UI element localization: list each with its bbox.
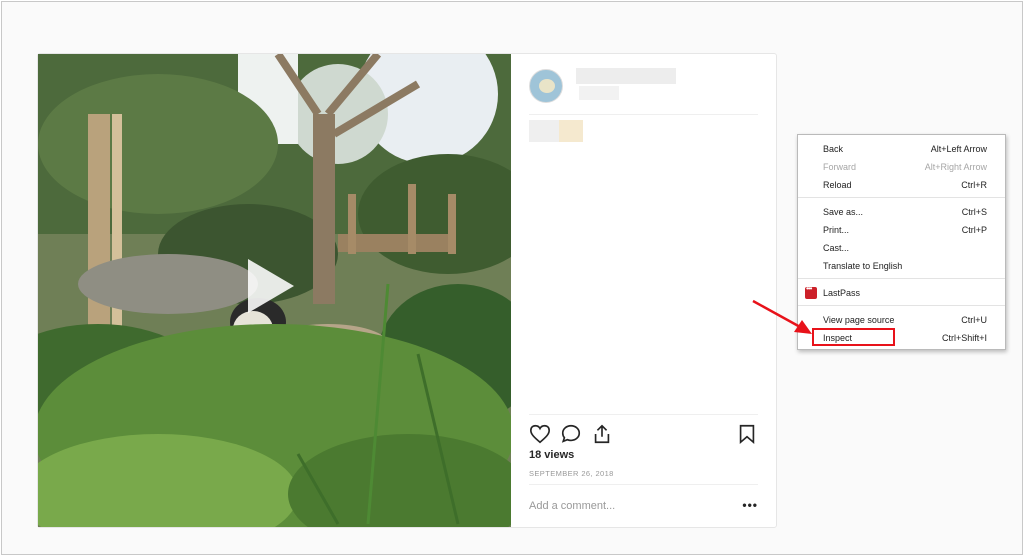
- more-options-icon[interactable]: •••: [742, 498, 758, 512]
- menu-shortcut: Ctrl+R: [961, 180, 987, 190]
- menu-item-print[interactable]: Print... Ctrl+P: [798, 221, 1005, 239]
- menu-label: View page source: [823, 315, 895, 325]
- comment-input[interactable]: Add a comment...: [529, 500, 615, 512]
- menu-label: Reload: [823, 180, 852, 190]
- menu-label: Translate to English: [823, 261, 903, 271]
- view-count[interactable]: 18 views: [529, 449, 574, 461]
- post-header: [529, 54, 758, 115]
- menu-item-translate[interactable]: Translate to English: [798, 257, 1005, 275]
- menu-shortcut: Alt+Right Arrow: [924, 162, 987, 172]
- caption-blurred: [529, 120, 583, 142]
- menu-shortcut: Ctrl+S: [961, 207, 987, 217]
- menu-shortcut: Ctrl+U: [961, 315, 987, 325]
- menu-label: Back: [823, 144, 844, 154]
- menu-item-reload[interactable]: Reload Ctrl+R: [798, 176, 1005, 194]
- username-blurred[interactable]: [576, 68, 676, 84]
- menu-item-save-as[interactable]: Save as... Ctrl+S: [798, 203, 1005, 221]
- menu-item-back[interactable]: Back Alt+Left Arrow: [798, 140, 1005, 158]
- heart-icon[interactable]: [529, 423, 551, 445]
- menu-shortcut: Ctrl+P: [961, 225, 987, 235]
- post-date[interactable]: SEPTEMBER 26, 2018: [529, 469, 614, 478]
- bookmark-icon[interactable]: [736, 423, 758, 445]
- menu-label: Save as...: [823, 207, 864, 217]
- menu-label: Forward: [823, 162, 857, 172]
- comment-icon[interactable]: [560, 423, 582, 445]
- menu-item-forward[interactable]: Forward Alt+Right Arrow: [798, 158, 1005, 176]
- play-icon[interactable]: [248, 259, 294, 313]
- location-blurred: [579, 86, 619, 100]
- menu-item-view-source[interactable]: View page source Ctrl+U: [798, 311, 1005, 329]
- menu-label: LastPass: [823, 288, 861, 298]
- menu-item-cast[interactable]: Cast...: [798, 239, 1005, 257]
- menu-label: Print...: [823, 225, 850, 235]
- red-arrow-icon: [752, 299, 812, 334]
- instagram-post: 18 views SEPTEMBER 26, 2018 Add a commen…: [37, 53, 777, 528]
- post-sidebar: 18 views SEPTEMBER 26, 2018 Add a commen…: [511, 54, 776, 527]
- share-icon[interactable]: [591, 423, 613, 445]
- avatar[interactable]: [529, 69, 563, 103]
- context-menu: Back Alt+Left Arrow Forward Alt+Right Ar…: [797, 134, 1006, 350]
- menu-label: Cast...: [823, 243, 850, 253]
- menu-shortcut: Ctrl+Shift+I: [941, 333, 987, 343]
- menu-separator: [798, 197, 1005, 198]
- inspect-highlight-box: [812, 328, 895, 346]
- menu-shortcut: Alt+Left Arrow: [930, 144, 987, 154]
- menu-separator: [798, 278, 1005, 279]
- menu-item-lastpass[interactable]: LastPass: [798, 284, 1005, 302]
- menu-separator: [798, 305, 1005, 306]
- post-video[interactable]: [38, 54, 511, 527]
- comment-box: Add a comment... •••: [529, 484, 758, 528]
